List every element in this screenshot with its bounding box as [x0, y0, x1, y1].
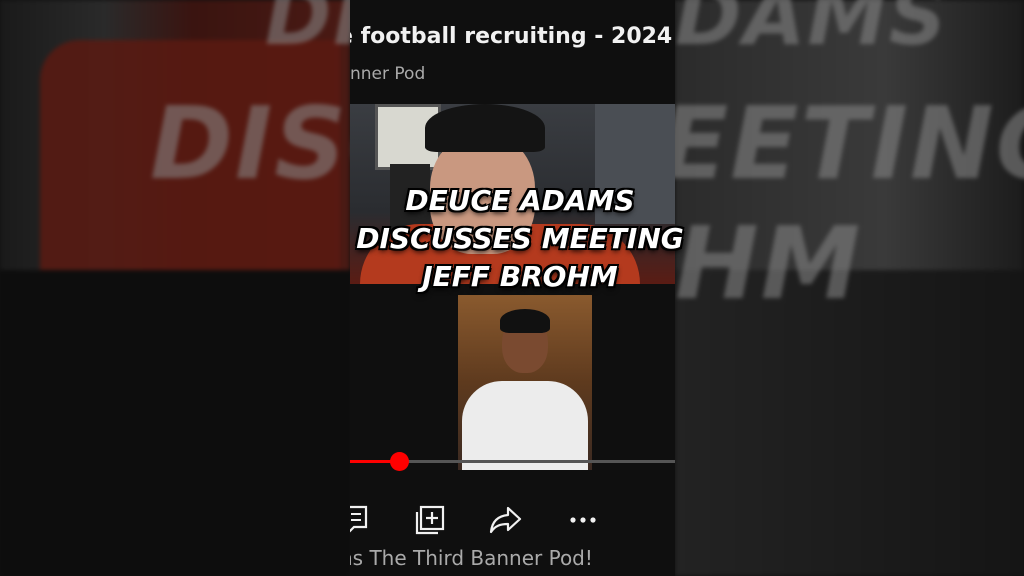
share-icon — [489, 506, 522, 534]
guest-shirt — [462, 381, 588, 470]
video-title[interactable]: e football recruiting - 2024 — [350, 24, 672, 49]
share-button[interactable] — [486, 500, 526, 540]
progress-scrubber[interactable] — [390, 452, 409, 471]
caption-line: JEFF BROHM — [422, 260, 618, 293]
more-options-button[interactable] — [563, 500, 603, 540]
caption-line: DEUCE ADAMS — [405, 184, 635, 217]
caption-line: DISCUSSES MEETING — [356, 222, 684, 255]
add-to-playlist-icon — [415, 505, 445, 535]
description-snippet[interactable]: ns The Third Banner Pod! — [350, 546, 593, 570]
comment-icon — [350, 505, 368, 533]
bg-text-right-top: DAMS — [675, 0, 949, 63]
overlay-caption: DEUCE ADAMS DISCUSSES MEETING JEFF BROHM — [330, 182, 710, 296]
guest-hair — [500, 309, 550, 333]
bg-text-right-mid: EETING — [660, 85, 1024, 202]
bg-left-bottom — [0, 270, 350, 576]
action-bar — [350, 500, 675, 540]
more-icon — [570, 517, 596, 523]
channel-name[interactable]: nner Pod — [350, 64, 425, 84]
comment-button[interactable] — [350, 500, 378, 540]
video-frame[interactable]: DIS DISCU DAMS EETING HM e football recr… — [0, 0, 1024, 576]
save-to-playlist-button[interactable] — [410, 500, 450, 540]
guest-camera-feed — [458, 295, 592, 470]
host-cap — [425, 104, 545, 152]
